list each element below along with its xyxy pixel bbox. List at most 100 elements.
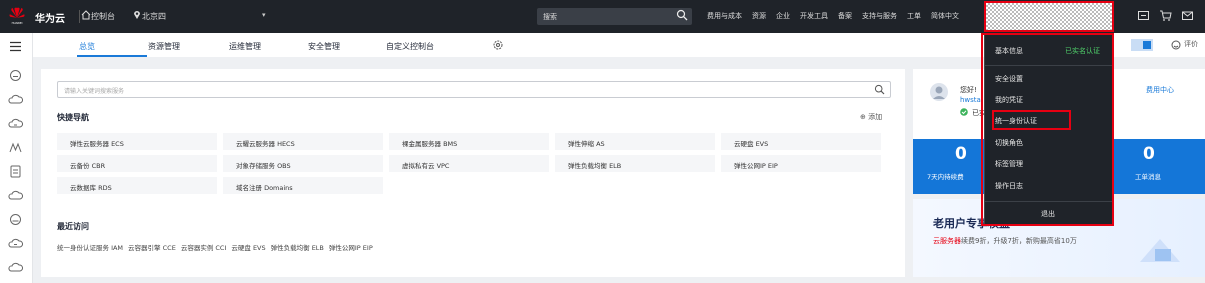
service-bms[interactable]: 裸金属服务器 BMS <box>389 133 549 150</box>
tab-overview[interactable]: 总览 <box>79 41 95 52</box>
promo-illustration-icon <box>1140 239 1180 262</box>
greeting: 您好! <box>960 86 977 94</box>
recent-link[interactable]: 统一身份认证服务 IAM <box>57 242 123 252</box>
monitoring-icon[interactable] <box>8 140 23 155</box>
nav-link-icp[interactable]: 备案 <box>838 11 852 21</box>
menu-logout[interactable]: 退出 <box>1041 209 1055 219</box>
promo-text: 续费9折，升级7折，新购最高省10万 <box>961 237 1077 245</box>
username-prefix[interactable]: hwsta <box>960 96 981 104</box>
recent-link[interactable]: 弹性负载均衡 ELB <box>271 242 324 252</box>
menu-switch-role[interactable]: 切换角色 <box>995 138 1023 148</box>
nav-link-devtools[interactable]: 开发工具 <box>800 11 828 21</box>
nav-link-resources[interactable]: 资源 <box>752 11 766 21</box>
service-eip[interactable]: 弹性公网IP EIP <box>721 155 881 172</box>
service-cbr[interactable]: 云备份 CBR <box>57 155 217 172</box>
service-evs[interactable]: 云硬盘 EVS <box>721 133 881 150</box>
ticket-count[interactable]: 0 <box>1143 144 1155 164</box>
ticket-label[interactable]: 工单消息 <box>1135 171 1161 181</box>
promo-subtitle: 云服务器续费9折，升级7折，新购最高省10万 <box>933 236 1077 246</box>
message-icon[interactable] <box>1137 9 1150 22</box>
global-search-input[interactable]: 搜索 <box>537 8 692 25</box>
document-icon[interactable] <box>8 164 23 179</box>
cloud-network-icon[interactable] <box>8 212 23 227</box>
tab-custom-console[interactable]: 自定义控制台 <box>386 41 434 52</box>
rating-link[interactable]: 评价 <box>1184 39 1198 49</box>
cloud-database-icon[interactable] <box>8 236 23 251</box>
quick-nav-title: 快捷导航 <box>57 113 89 122</box>
top-right-icons <box>1137 9 1194 22</box>
smile-icon[interactable] <box>1171 40 1181 50</box>
avatar[interactable] <box>929 82 949 102</box>
recent-title: 最近访问 <box>57 222 89 231</box>
renewal-label[interactable]: 7天内待续费 <box>927 171 964 181</box>
huawei-logo-icon[interactable]: HUAWEI <box>8 6 26 26</box>
menu-divider <box>985 201 1113 202</box>
console-link[interactable]: 控制台 <box>91 11 115 22</box>
iam-highlight-box <box>992 110 1071 130</box>
account-dropdown-menu: 基本信息 已实名认证 安全设置 我的凭证 统一身份认证 切换角色 标签管理 操作… <box>984 33 1114 225</box>
nav-link-support[interactable]: 支持与服务 <box>862 11 897 21</box>
menu-tag-management[interactable]: 标签管理 <box>995 159 1023 169</box>
cloud-security-icon[interactable] <box>8 260 23 275</box>
tab-resource-management[interactable]: 资源管理 <box>148 41 180 52</box>
banner-thumbnail-icon[interactable] <box>1131 39 1153 51</box>
service-hecs[interactable]: 云耀云服务器 HECS <box>223 133 383 150</box>
recent-link[interactable]: 弹性公网IP EIP <box>329 242 373 252</box>
service-obs[interactable]: 对象存储服务 OBS <box>223 155 383 172</box>
service-search-placeholder: 请输入关键词搜索服务 <box>64 88 125 95</box>
tab-security-management[interactable]: 安全管理 <box>308 41 340 52</box>
service-search-input[interactable]: 请输入关键词搜索服务 <box>57 81 891 98</box>
gear-icon[interactable] <box>492 39 504 51</box>
cloud-storage-icon[interactable] <box>8 116 23 131</box>
add-label: 添加 <box>868 113 883 121</box>
recent-link[interactable]: 云硬盘 EVS <box>231 242 265 252</box>
verified-check-icon <box>960 108 968 116</box>
renewal-count[interactable]: 0 <box>955 144 967 164</box>
nav-link-tickets[interactable]: 工单 <box>907 11 921 21</box>
menu-divider <box>985 65 1113 66</box>
cloud-icon[interactable] <box>8 188 23 203</box>
cloud-service-icon[interactable] <box>8 68 23 83</box>
services-card: 请输入关键词搜索服务 快捷导航 ⊕ 添加 弹性云服务器 ECS 云耀云服务器 H… <box>41 69 905 277</box>
mail-icon[interactable] <box>1181 9 1194 22</box>
menu-basic-info[interactable]: 基本信息 <box>995 46 1023 56</box>
location-pin-icon <box>134 11 140 19</box>
recent-link[interactable]: 云容器实例 CCI <box>181 242 227 252</box>
top-bar: HUAWEI 华为云 控制台 北京四 ▾ 搜索 费用与成本 资源 企业 开发工具… <box>0 0 1205 33</box>
service-rds[interactable]: 云数据库 RDS <box>57 177 217 194</box>
add-shortcut-button[interactable]: ⊕ 添加 <box>860 112 882 122</box>
divider <box>79 10 80 23</box>
service-elb[interactable]: 弹性负载均衡 ELB <box>555 155 715 172</box>
svg-text:HUAWEI: HUAWEI <box>12 21 23 25</box>
service-vpc[interactable]: 虚拟私有云 VPC <box>389 155 549 172</box>
menu-security-settings[interactable]: 安全设置 <box>995 74 1023 84</box>
verified-badge: 已实名认证 <box>1065 47 1100 55</box>
nav-link-cost[interactable]: 费用与成本 <box>707 11 742 21</box>
service-domains[interactable]: 域名注册 Domains <box>223 177 383 194</box>
account-name-redacted[interactable] <box>984 1 1114 32</box>
chevron-down-icon[interactable]: ▾ <box>262 11 266 19</box>
fee-center-link[interactable]: 费用中心 <box>1146 85 1174 95</box>
menu-icon[interactable] <box>8 39 23 54</box>
region-selector[interactable]: 北京四 <box>142 11 166 22</box>
cart-icon[interactable] <box>1159 9 1172 22</box>
recent-visits: 统一身份认证服务 IAM 云容器引擎 CCE 云容器实例 CCI 云硬盘 EVS… <box>57 242 373 252</box>
brand-name[interactable]: 华为云 <box>35 10 65 25</box>
search-icon[interactable] <box>676 9 688 21</box>
cloud-compute-icon[interactable] <box>8 92 23 107</box>
search-icon[interactable] <box>874 84 885 95</box>
service-as[interactable]: 弹性伸缩 AS <box>555 133 715 150</box>
tab-ops-management[interactable]: 运维管理 <box>229 41 261 52</box>
nav-link-enterprise[interactable]: 企业 <box>776 11 790 21</box>
top-nav-links: 费用与成本 资源 企业 开发工具 备案 支持与服务 工单 简体中文 <box>707 11 959 21</box>
search-placeholder: 搜索 <box>543 13 557 21</box>
nav-link-language[interactable]: 简体中文 <box>931 11 959 21</box>
recent-link[interactable]: 云容器引擎 CCE <box>128 242 176 252</box>
menu-my-credentials[interactable]: 我的凭证 <box>995 95 1023 105</box>
menu-operation-log[interactable]: 操作日志 <box>995 181 1023 191</box>
active-tab-indicator <box>77 55 147 57</box>
left-sidebar <box>0 33 33 283</box>
promo-highlight: 云服务器 <box>933 237 961 245</box>
home-icon[interactable] <box>81 10 91 20</box>
service-ecs[interactable]: 弹性云服务器 ECS <box>57 133 217 150</box>
